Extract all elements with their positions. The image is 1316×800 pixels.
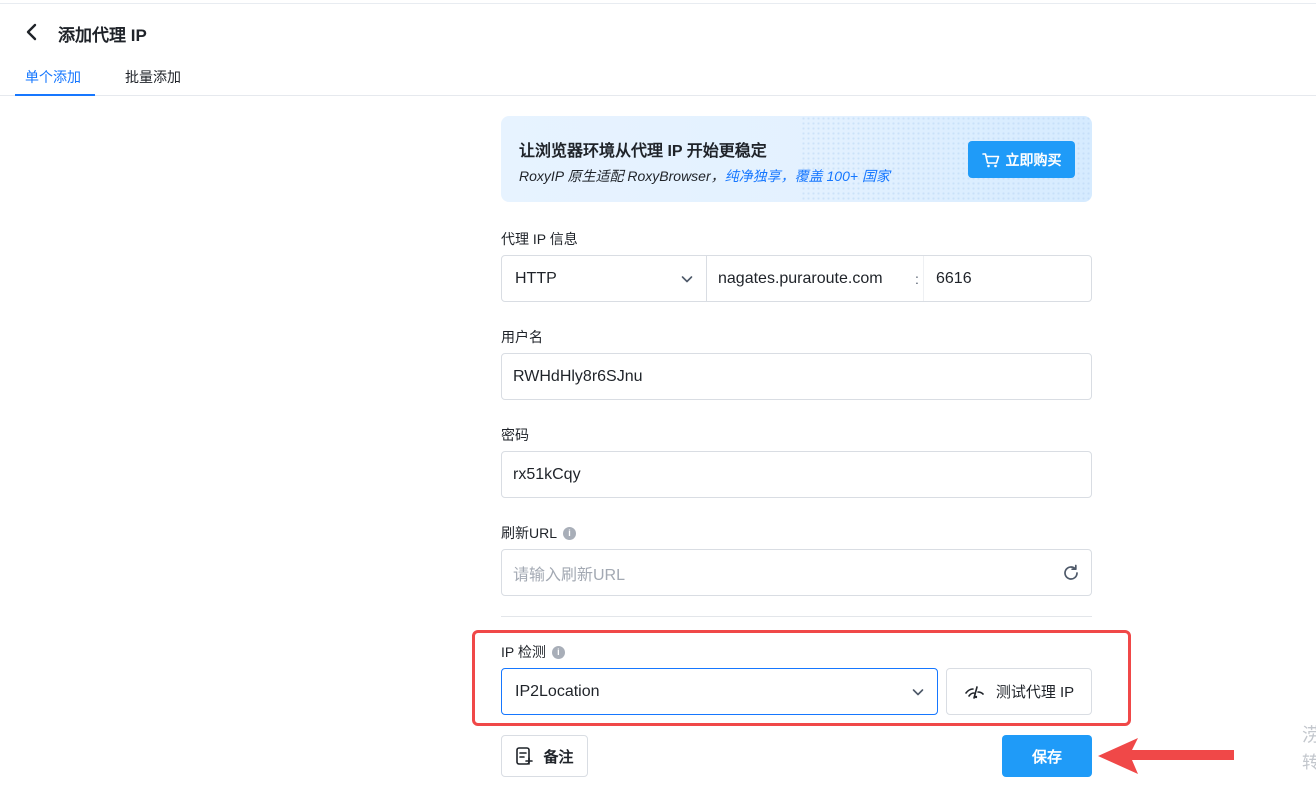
annotation-arrow-icon xyxy=(1098,738,1234,774)
username-label-text: 用户名 xyxy=(501,329,543,345)
page-title: 添加代理 IP xyxy=(58,26,147,45)
save-label: 保存 xyxy=(1031,748,1062,766)
refresh-url-placeholder: 请输入刷新URL xyxy=(513,566,626,584)
save-button[interactable]: 保存 xyxy=(1002,735,1092,777)
buy-now-button[interactable]: 立即购买 xyxy=(968,141,1075,178)
refresh-url-label-text: 刷新URL xyxy=(501,525,558,541)
host-port-separator: : xyxy=(915,270,919,287)
section-divider xyxy=(501,616,1092,617)
port-input[interactable]: 6616 xyxy=(923,256,1091,301)
username-label: 用户名 xyxy=(501,327,543,347)
proxy-info-row: HTTP nagates.puraroute.com : 6616 xyxy=(501,255,1092,302)
password-label: 密码 xyxy=(501,425,529,445)
password-value: rx51kCqy xyxy=(513,465,581,483)
back-button[interactable] xyxy=(18,18,46,46)
proxy-info-label: 代理 IP 信息 xyxy=(501,229,578,249)
banner-subtitle-highlight: 纯净独享，覆盖 100+ 国家 xyxy=(724,168,890,184)
tab-single-add[interactable]: 单个添加 xyxy=(15,68,95,96)
protocol-select[interactable]: HTTP xyxy=(502,256,707,301)
proxy-info-label-text: 代理 IP 信息 xyxy=(501,231,578,247)
buy-now-label: 立即购买 xyxy=(1005,151,1062,168)
note-button[interactable]: 备注 xyxy=(501,735,588,777)
protocol-value: HTTP xyxy=(515,269,557,287)
chevron-down-icon xyxy=(681,275,693,282)
password-field[interactable]: rx51kCqy xyxy=(501,451,1092,498)
banner-subtitle-text: RoxyIP 原生适配 RoxyBrowser， xyxy=(519,168,725,184)
banner-subtitle: RoxyIP 原生适配 RoxyBrowser，纯净独享，覆盖 100+ 国家 xyxy=(519,166,890,186)
refresh-url-field[interactable]: 请输入刷新URL xyxy=(501,549,1092,596)
host-input[interactable]: nagates.puraroute.com xyxy=(707,256,915,301)
note-icon xyxy=(516,747,534,765)
chevron-left-icon xyxy=(26,23,37,41)
page-header: 添加代理 IP xyxy=(0,4,1316,60)
info-icon[interactable]: i xyxy=(563,526,577,540)
refresh-url-label: 刷新URL i xyxy=(501,523,577,543)
banner-title: 让浏览器环境从代理 IP 开始更稳定 xyxy=(519,143,767,160)
username-value: RWHdHly8r6SJnu xyxy=(513,367,643,385)
tab-batch-add[interactable]: 批量添加 xyxy=(115,68,191,96)
refresh-icon[interactable] xyxy=(1061,563,1081,583)
cart-icon xyxy=(981,152,999,167)
annotation-highlight-box xyxy=(472,630,1131,726)
edge-text-top: 涝 xyxy=(1302,725,1316,746)
password-label-text: 密码 xyxy=(501,427,529,443)
username-field[interactable]: RWHdHly8r6SJnu xyxy=(501,353,1092,400)
tab-bar: 单个添加 批量添加 xyxy=(0,60,1316,96)
edge-text-bottom: 转 xyxy=(1302,753,1316,772)
note-label: 备注 xyxy=(543,748,574,766)
